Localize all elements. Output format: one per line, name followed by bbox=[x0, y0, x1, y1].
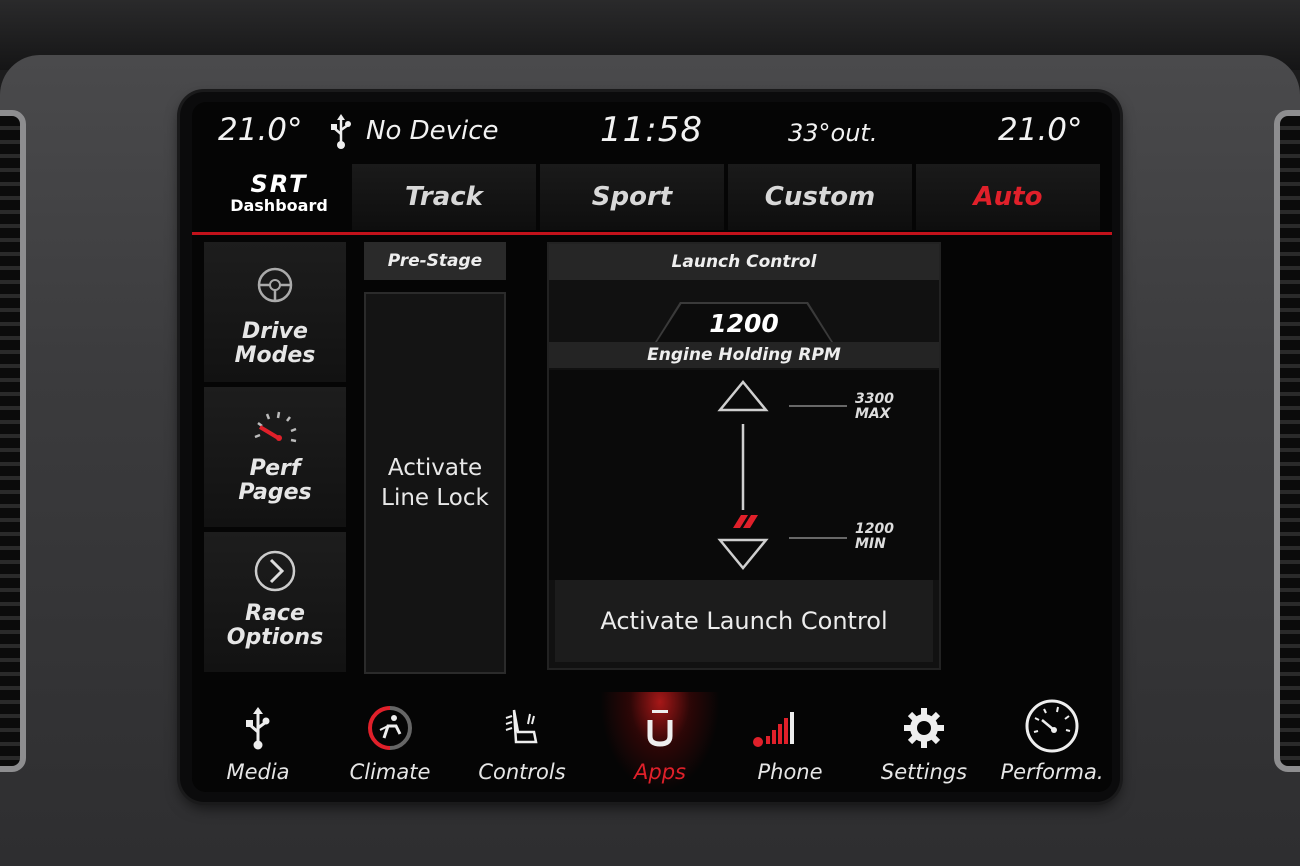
steering-wheel-icon bbox=[257, 267, 293, 303]
rpm-decrease-arrow[interactable] bbox=[717, 538, 769, 570]
rpm-min-value: 1200 bbox=[855, 521, 894, 537]
sidebar-item-race-options[interactable]: Race Options bbox=[204, 532, 346, 672]
rpm-min: 1200 MIN bbox=[855, 522, 894, 552]
driver-temperature[interactable]: 21.0° bbox=[218, 112, 303, 148]
rpm-slider-handle[interactable] bbox=[733, 515, 758, 528]
outside-temperature: 33°out. bbox=[788, 119, 878, 147]
drive-modes-label-2: Modes bbox=[234, 343, 316, 368]
race-options-label-2: Options bbox=[226, 625, 324, 650]
launch-control-panel: Launch Control 1200 Engine Holding RPM 3… bbox=[547, 242, 941, 670]
infotainment-screen: 21.0° No Device 11:58 33°out. 21.0° SRT … bbox=[192, 102, 1112, 792]
perf-pages-label-1: Perf bbox=[249, 456, 301, 481]
gear-icon bbox=[904, 708, 944, 748]
srt-dashboard-button[interactable]: SRT Dashboard bbox=[208, 164, 350, 230]
gauge-icon bbox=[254, 411, 297, 443]
race-options-label-1: Race bbox=[245, 601, 305, 626]
tab-track[interactable]: Track bbox=[352, 164, 536, 230]
activate-line-lock-button[interactable]: Activate Line Lock bbox=[364, 292, 506, 674]
tab-auto[interactable]: Auto bbox=[916, 164, 1100, 230]
nav-controls[interactable]: Controls bbox=[462, 692, 582, 792]
speedometer-icon bbox=[1025, 699, 1079, 753]
nav-phone-label: Phone bbox=[757, 760, 823, 784]
tab-custom[interactable]: Custom bbox=[728, 164, 912, 230]
line-lock-label-1: Activate bbox=[387, 455, 483, 481]
bottom-nav-bar: Media Climate Controls Apps Phone Settin… bbox=[192, 692, 1112, 792]
srt-logo: SRT bbox=[250, 170, 308, 198]
sidebar-item-drive-modes[interactable]: Drive Modes bbox=[204, 242, 346, 382]
chevron-right-icon bbox=[254, 550, 296, 592]
perf-pages-label-2: Pages bbox=[238, 480, 312, 505]
dashboard-label: Dashboard bbox=[230, 196, 328, 215]
line-lock-label-2: Line Lock bbox=[381, 485, 489, 511]
nav-media-label: Media bbox=[226, 760, 290, 784]
rpm-max-value: 3300 bbox=[855, 391, 894, 407]
nav-apps[interactable]: Apps bbox=[600, 692, 720, 792]
nav-climate[interactable]: Climate bbox=[330, 692, 450, 792]
nav-controls-label: Controls bbox=[478, 760, 566, 784]
clock: 11:58 bbox=[600, 110, 703, 150]
red-divider bbox=[192, 232, 1112, 235]
activate-launch-control-button[interactable]: Activate Launch Control bbox=[555, 580, 933, 662]
rpm-display: 1200 bbox=[655, 302, 833, 342]
usb-icon bbox=[330, 114, 352, 154]
nav-performance-label: Performa. bbox=[1000, 760, 1104, 784]
status-bar: 21.0° No Device 11:58 33°out. 21.0° bbox=[192, 102, 1112, 164]
nav-media[interactable]: Media bbox=[198, 692, 318, 792]
nav-climate-label: Climate bbox=[349, 760, 431, 784]
launch-control-title: Launch Control bbox=[549, 244, 939, 280]
nav-apps-label: Apps bbox=[634, 760, 686, 784]
phone-signal-icon bbox=[753, 712, 794, 747]
seat-controls-icon bbox=[505, 709, 538, 744]
rpm-max-label: MAX bbox=[855, 406, 891, 422]
nav-settings-label: Settings bbox=[880, 760, 968, 784]
passenger-temperature[interactable]: 21.0° bbox=[998, 112, 1083, 148]
rpm-value: 1200 bbox=[657, 304, 831, 342]
drive-mode-tabs: SRT Dashboard Track Sport Custom Auto bbox=[192, 164, 1112, 230]
rpm-min-label: MIN bbox=[855, 536, 886, 552]
nav-phone[interactable]: Phone bbox=[730, 692, 850, 792]
left-air-vent bbox=[0, 110, 26, 772]
usb-icon bbox=[246, 707, 270, 750]
sidebar-item-perf-pages[interactable]: Perf Pages bbox=[204, 387, 346, 527]
engine-holding-rpm-label: Engine Holding RPM bbox=[549, 342, 939, 368]
device-status: No Device bbox=[366, 116, 499, 146]
rpm-increase-arrow[interactable] bbox=[717, 380, 769, 412]
tab-sport[interactable]: Sport bbox=[540, 164, 724, 230]
prestage-header: Pre-Stage bbox=[364, 242, 506, 280]
apps-icon bbox=[647, 710, 673, 747]
rpm-max: 3300 MAX bbox=[855, 392, 894, 422]
climate-seat-icon bbox=[367, 706, 412, 750]
right-air-vent bbox=[1274, 110, 1300, 772]
nav-performance[interactable]: Performa. bbox=[992, 692, 1112, 792]
drive-modes-label-1: Drive bbox=[242, 319, 308, 344]
nav-settings[interactable]: Settings bbox=[864, 692, 984, 792]
rpm-adjuster: 3300 MAX 1200 MIN bbox=[549, 370, 939, 580]
